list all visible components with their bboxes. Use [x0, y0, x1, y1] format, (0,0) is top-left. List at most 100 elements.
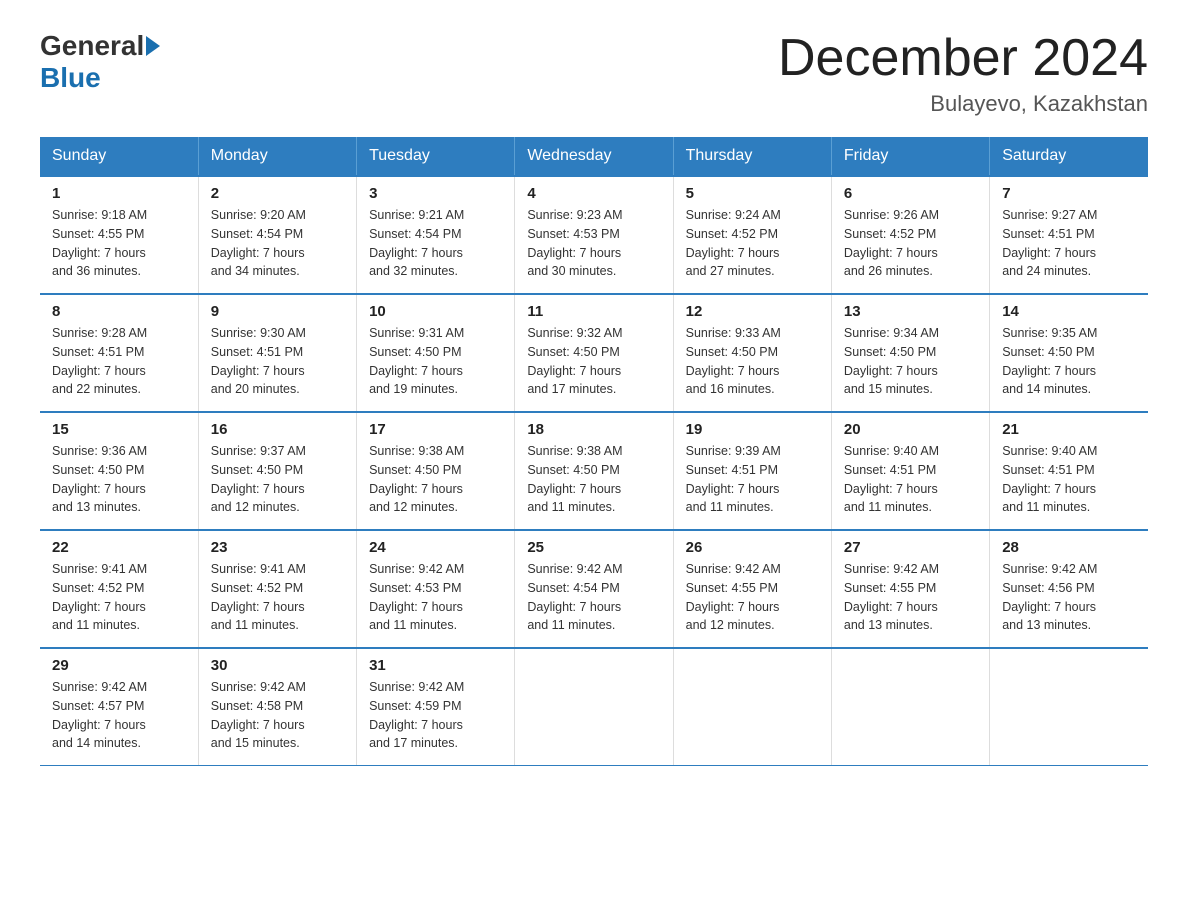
column-header-wednesday: Wednesday: [515, 137, 673, 176]
day-number: 23: [211, 539, 344, 556]
day-info: Sunrise: 9:18 AM Sunset: 4:55 PM Dayligh…: [52, 206, 186, 281]
day-number: 10: [369, 303, 502, 320]
day-cell: 2Sunrise: 9:20 AM Sunset: 4:54 PM Daylig…: [198, 176, 356, 294]
day-info: Sunrise: 9:41 AM Sunset: 4:52 PM Dayligh…: [52, 560, 186, 635]
logo-arrow-icon: [146, 36, 160, 56]
day-number: 8: [52, 303, 186, 320]
day-cell: [831, 648, 989, 766]
day-number: 15: [52, 421, 186, 438]
day-cell: 29 Sunrise: 9:42 AM Sunset: 4:57 PM Dayli…: [40, 648, 198, 766]
day-info: Sunrise: 9:37 AM Sunset: 4:50 PM Dayligh…: [211, 442, 344, 517]
day-info: Sunrise: 9:32 AM Sunset: 4:50 PM Dayligh…: [527, 324, 660, 399]
day-number: 7: [1002, 185, 1136, 202]
day-number: 6: [844, 185, 977, 202]
day-info: Sunrise: 9:24 AM Sunset: 4:52 PM Dayligh…: [686, 206, 819, 281]
column-header-friday: Friday: [831, 137, 989, 176]
day-number: 14: [1002, 303, 1136, 320]
day-number: 16: [211, 421, 344, 438]
column-header-tuesday: Tuesday: [357, 137, 515, 176]
day-info: Sunrise: 9:42 AM Sunset: 4:59 PM Dayligh…: [369, 678, 502, 753]
day-cell: 25Sunrise: 9:42 AM Sunset: 4:54 PM Dayli…: [515, 530, 673, 648]
day-number: 31: [369, 657, 502, 674]
day-number: 5: [686, 185, 819, 202]
day-cell: 17Sunrise: 9:38 AM Sunset: 4:50 PM Dayli…: [357, 412, 515, 530]
day-info: Sunrise: 9:21 AM Sunset: 4:54 PM Dayligh…: [369, 206, 502, 281]
day-number: 11: [527, 303, 660, 320]
day-number: 2: [211, 185, 344, 202]
day-cell: 16 Sunrise: 9:37 AM Sunset: 4:50 PM Dayli…: [198, 412, 356, 530]
day-cell: [515, 648, 673, 766]
day-info: Sunrise: 9:41 AM Sunset: 4:52 PM Dayligh…: [211, 560, 344, 635]
day-cell: 21 Sunrise: 9:40 AM Sunset: 4:51 PM Dayli…: [990, 412, 1148, 530]
title-block: December 2024 Bulayevo, Kazakhstan: [778, 30, 1148, 117]
day-info: Sunrise: 9:28 AM Sunset: 4:51 PM Dayligh…: [52, 324, 186, 399]
header-row: SundayMondayTuesdayWednesdayThursdayFrid…: [40, 137, 1148, 176]
day-info: Sunrise: 9:34 AM Sunset: 4:50 PM Dayligh…: [844, 324, 977, 399]
day-info: Sunrise: 9:38 AM Sunset: 4:50 PM Dayligh…: [527, 442, 660, 517]
day-number: 1: [52, 185, 186, 202]
day-info: Sunrise: 9:42 AM Sunset: 4:57 PM Dayligh…: [52, 678, 186, 753]
week-row-2: 8 Sunrise: 9:28 AM Sunset: 4:51 PM Daylig…: [40, 294, 1148, 412]
day-info: Sunrise: 9:30 AM Sunset: 4:51 PM Dayligh…: [211, 324, 344, 399]
day-info: Sunrise: 9:36 AM Sunset: 4:50 PM Dayligh…: [52, 442, 186, 517]
day-info: Sunrise: 9:40 AM Sunset: 4:51 PM Dayligh…: [1002, 442, 1136, 517]
day-cell: 13 Sunrise: 9:34 AM Sunset: 4:50 PM Dayli…: [831, 294, 989, 412]
day-number: 9: [211, 303, 344, 320]
day-number: 24: [369, 539, 502, 556]
day-cell: 9 Sunrise: 9:30 AM Sunset: 4:51 PM Daylig…: [198, 294, 356, 412]
day-number: 12: [686, 303, 819, 320]
week-row-4: 22 Sunrise: 9:41 AM Sunset: 4:52 PM Dayli…: [40, 530, 1148, 648]
day-info: Sunrise: 9:31 AM Sunset: 4:50 PM Dayligh…: [369, 324, 502, 399]
logo-blue-text: Blue: [40, 62, 101, 94]
day-cell: 18 Sunrise: 9:38 AM Sunset: 4:50 PM Dayli…: [515, 412, 673, 530]
calendar-table: SundayMondayTuesdayWednesdayThursdayFrid…: [40, 137, 1148, 766]
day-info: Sunrise: 9:23 AM Sunset: 4:53 PM Dayligh…: [527, 206, 660, 281]
day-cell: 28Sunrise: 9:42 AM Sunset: 4:56 PM Dayli…: [990, 530, 1148, 648]
day-cell: 4 Sunrise: 9:23 AM Sunset: 4:53 PM Daylig…: [515, 176, 673, 294]
day-cell: [990, 648, 1148, 766]
day-info: Sunrise: 9:42 AM Sunset: 4:54 PM Dayligh…: [527, 560, 660, 635]
day-number: 4: [527, 185, 660, 202]
day-cell: 12 Sunrise: 9:33 AM Sunset: 4:50 PM Dayli…: [673, 294, 831, 412]
day-info: Sunrise: 9:39 AM Sunset: 4:51 PM Dayligh…: [686, 442, 819, 517]
column-header-monday: Monday: [198, 137, 356, 176]
column-header-saturday: Saturday: [990, 137, 1148, 176]
day-cell: 19Sunrise: 9:39 AM Sunset: 4:51 PM Dayli…: [673, 412, 831, 530]
page-header: General Blue December 2024 Bulayevo, Kaz…: [40, 30, 1148, 117]
day-number: 3: [369, 185, 502, 202]
day-number: 22: [52, 539, 186, 556]
day-cell: 1 Sunrise: 9:18 AM Sunset: 4:55 PM Daylig…: [40, 176, 198, 294]
day-cell: 30Sunrise: 9:42 AM Sunset: 4:58 PM Dayli…: [198, 648, 356, 766]
day-number: 18: [527, 421, 660, 438]
day-info: Sunrise: 9:42 AM Sunset: 4:53 PM Dayligh…: [369, 560, 502, 635]
day-info: Sunrise: 9:42 AM Sunset: 4:55 PM Dayligh…: [686, 560, 819, 635]
day-info: Sunrise: 9:42 AM Sunset: 4:55 PM Dayligh…: [844, 560, 977, 635]
day-number: 13: [844, 303, 977, 320]
day-cell: 27 Sunrise: 9:42 AM Sunset: 4:55 PM Dayli…: [831, 530, 989, 648]
calendar-title: December 2024: [778, 30, 1148, 87]
day-cell: 5 Sunrise: 9:24 AM Sunset: 4:52 PM Daylig…: [673, 176, 831, 294]
day-cell: 20Sunrise: 9:40 AM Sunset: 4:51 PM Dayli…: [831, 412, 989, 530]
day-cell: 10 Sunrise: 9:31 AM Sunset: 4:50 PM Dayli…: [357, 294, 515, 412]
week-row-3: 15 Sunrise: 9:36 AM Sunset: 4:50 PM Dayli…: [40, 412, 1148, 530]
logo: General Blue: [40, 30, 160, 94]
day-cell: 6 Sunrise: 9:26 AM Sunset: 4:52 PM Daylig…: [831, 176, 989, 294]
day-info: Sunrise: 9:38 AM Sunset: 4:50 PM Dayligh…: [369, 442, 502, 517]
day-number: 27: [844, 539, 977, 556]
day-cell: 14Sunrise: 9:35 AM Sunset: 4:50 PM Dayli…: [990, 294, 1148, 412]
column-header-sunday: Sunday: [40, 137, 198, 176]
day-cell: 3 Sunrise: 9:21 AM Sunset: 4:54 PM Daylig…: [357, 176, 515, 294]
day-info: Sunrise: 9:26 AM Sunset: 4:52 PM Dayligh…: [844, 206, 977, 281]
day-number: 29: [52, 657, 186, 674]
day-info: Sunrise: 9:33 AM Sunset: 4:50 PM Dayligh…: [686, 324, 819, 399]
week-row-1: 1 Sunrise: 9:18 AM Sunset: 4:55 PM Daylig…: [40, 176, 1148, 294]
day-info: Sunrise: 9:27 AM Sunset: 4:51 PM Dayligh…: [1002, 206, 1136, 281]
day-cell: 26 Sunrise: 9:42 AM Sunset: 4:55 PM Dayli…: [673, 530, 831, 648]
day-cell: 8 Sunrise: 9:28 AM Sunset: 4:51 PM Daylig…: [40, 294, 198, 412]
day-number: 28: [1002, 539, 1136, 556]
day-number: 26: [686, 539, 819, 556]
day-cell: 11 Sunrise: 9:32 AM Sunset: 4:50 PM Dayli…: [515, 294, 673, 412]
day-cell: [673, 648, 831, 766]
day-number: 21: [1002, 421, 1136, 438]
day-cell: 23 Sunrise: 9:41 AM Sunset: 4:52 PM Dayli…: [198, 530, 356, 648]
